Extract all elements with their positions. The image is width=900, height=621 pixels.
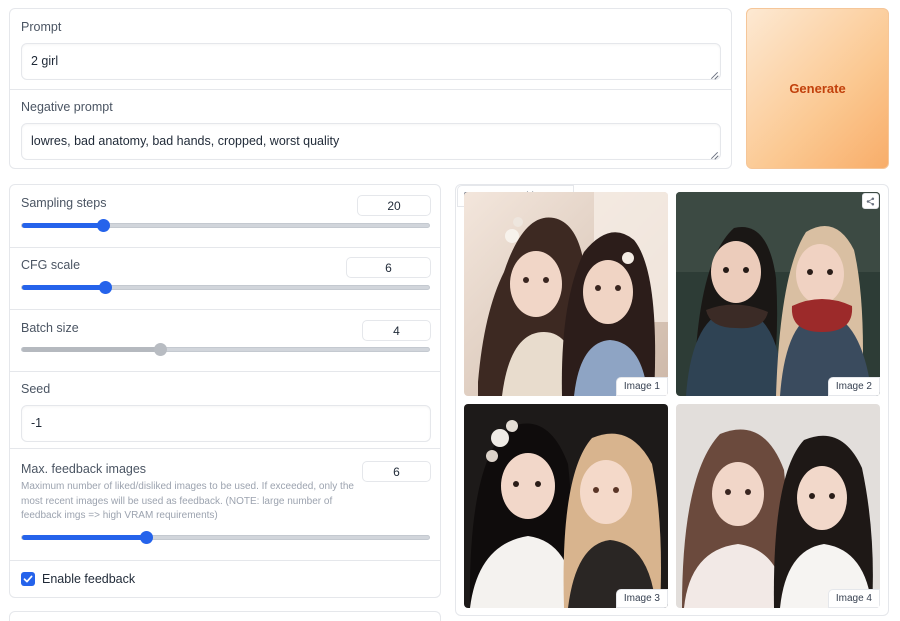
enable-feedback-checkbox[interactable] (21, 572, 35, 586)
max-feedback-label: Max. feedback images (21, 462, 147, 476)
seed-label: Seed (21, 382, 51, 396)
girls-lace-image (464, 404, 668, 608)
prompt-panel: Prompt 2 girl Negative prompt lowres, ba… (9, 8, 732, 169)
image-1-caption: Image 1 (615, 377, 668, 396)
prompt-input[interactable]: 2 girl (21, 43, 721, 80)
image-4-caption: Image 4 (827, 589, 880, 608)
max-feedback-slider[interactable] (21, 531, 430, 544)
max-feedback-description: Maximum number of liked/disliked images … (21, 481, 354, 521)
max-feedback-number[interactable]: 6 (362, 461, 431, 482)
sampling-steps-number[interactable]: 20 (357, 195, 431, 216)
prompt-resize-grip[interactable] (710, 71, 718, 79)
negative-prompt-row: Negative prompt lowres, bad anatomy, bad… (10, 90, 731, 169)
share-button[interactable] (862, 193, 879, 209)
girls-winter-image (676, 192, 880, 396)
generate-button[interactable]: Generate (746, 8, 889, 169)
bottom-panel (9, 611, 441, 621)
batch-size-label: Batch size (21, 321, 79, 335)
max-feedback-fill (22, 535, 147, 540)
enable-feedback-label: Enable feedback (42, 572, 136, 586)
cfg-scale-number[interactable]: 6 (346, 257, 431, 278)
prompt-label: Prompt (21, 20, 62, 34)
cfg-scale-row: CFG scale 6 (10, 248, 440, 310)
sampling-steps-fill (22, 223, 104, 228)
gallery-image-4[interactable]: Image 4 (676, 404, 880, 608)
cfg-scale-label: CFG scale (21, 258, 81, 272)
gallery-image-3[interactable]: Image 3 (464, 404, 668, 608)
gallery-image-1[interactable]: Image 1 (464, 192, 668, 396)
batch-size-handle[interactable] (154, 343, 168, 356)
sampling-steps-handle[interactable] (97, 219, 111, 232)
image-2-caption: Image 2 (827, 377, 880, 396)
settings-panel: Sampling steps 20 CFG scale 6 Batch size… (9, 184, 441, 598)
batch-size-row: Batch size 4 (10, 310, 440, 372)
image-3-caption: Image 3 (615, 589, 668, 608)
enable-feedback-row[interactable]: Enable feedback (10, 561, 440, 598)
batch-size-slider[interactable] (21, 343, 430, 356)
batch-size-fill (22, 347, 161, 352)
sampling-steps-slider[interactable] (21, 219, 430, 232)
batch-size-number[interactable]: 4 (362, 320, 431, 341)
negative-prompt-label: Negative prompt (21, 100, 113, 114)
seed-input[interactable]: -1 (21, 405, 431, 442)
seed-row: Seed -1 (10, 372, 440, 449)
girls-portrait-image (464, 192, 668, 396)
cfg-scale-slider[interactable] (21, 281, 430, 294)
negative-prompt-input[interactable]: lowres, bad anatomy, bad hands, cropped,… (21, 123, 721, 160)
share-icon (866, 197, 875, 205)
cfg-scale-fill (22, 285, 106, 290)
prompt-row: Prompt 2 girl (10, 9, 731, 90)
check-icon (23, 575, 33, 583)
negative-prompt-resize-grip[interactable] (710, 151, 718, 159)
cfg-scale-handle[interactable] (99, 281, 113, 294)
max-feedback-handle[interactable] (140, 531, 154, 544)
max-feedback-row: Max. feedback images 6 Maximum number of… (10, 449, 440, 561)
sampling-steps-row: Sampling steps 20 (10, 185, 440, 248)
girls-white-dress-image (676, 404, 880, 608)
sampling-steps-label: Sampling steps (21, 196, 107, 210)
gallery-image-2[interactable]: Image 2 (676, 192, 880, 396)
